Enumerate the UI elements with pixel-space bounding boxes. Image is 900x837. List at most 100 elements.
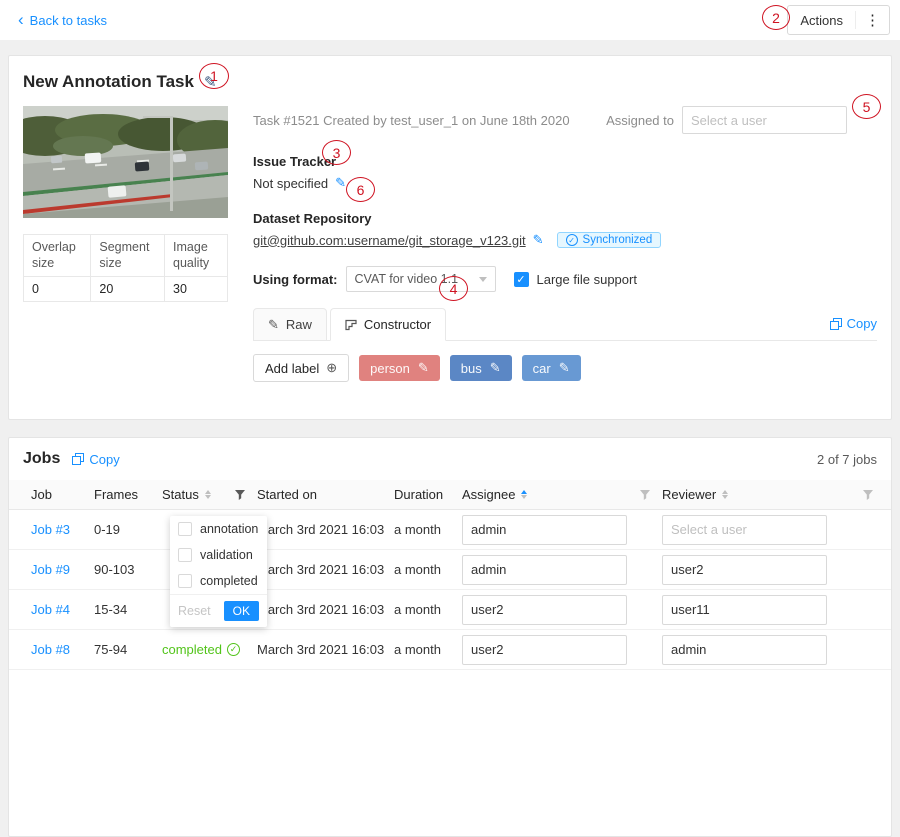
task-left-column: Overlap size Segment size Image quality … [23,106,228,382]
reviewer-filter-icon[interactable] [863,490,873,500]
large-file-support-label: Large file support [537,272,637,287]
labels-tabs: ✎ Raw Constructor Copy [253,308,877,341]
params-value-row: 0 20 30 [24,277,228,302]
more-options-icon[interactable]: ⋮ [855,11,889,29]
duration-column-header: Duration [394,487,462,502]
copy-jobs-label: Copy [89,452,119,467]
task-params-table: Overlap size Segment size Image quality … [23,234,228,302]
label-chip-person[interactable]: person ✎ [359,355,440,381]
filter-option-label: completed [200,574,258,588]
back-to-tasks-link[interactable]: ‹ Back to tasks [18,13,107,28]
filter-footer: Reset OK [170,594,267,627]
reviewer-input[interactable] [662,595,827,625]
jobs-count: 2 of 7 jobs [817,452,877,467]
assignee-sorter[interactable] [521,490,527,499]
format-row: Using format: CVAT for video 1.1 ✓ Large… [253,266,877,292]
copy-icon [830,318,842,330]
sync-check-icon: ✓ [566,234,578,246]
duration-cell: a month [394,562,462,577]
large-file-support-checkbox[interactable]: ✓ [514,272,529,287]
edit-task-name-icon[interactable]: ✎ [204,73,217,91]
reviewer-input[interactable] [662,515,827,545]
repository-url[interactable]: git@github.com:username/git_storage_v123… [253,233,526,248]
copy-icon [72,453,84,465]
copy-labels-label: Copy [847,316,877,331]
status-text: completed [162,642,222,657]
format-select[interactable]: CVAT for video 1.1 [346,266,496,292]
filter-ok-button[interactable]: OK [224,601,259,621]
reviewer-sorter[interactable] [722,490,728,499]
reviewer-input[interactable] [662,555,827,585]
status-sorter[interactable] [205,490,211,499]
copy-labels-button[interactable]: Copy [830,316,877,331]
jobs-table-header: Job Frames Status Started on Duration As… [9,480,891,510]
assignee-filter-icon[interactable] [640,490,650,500]
reviewer-input[interactable] [662,635,827,665]
job-link[interactable]: Job #8 [31,642,70,657]
duration-cell: a month [394,602,462,617]
checkbox-icon[interactable] [178,574,192,588]
actions-label: Actions [788,13,855,28]
task-assignee-input[interactable] [682,106,847,134]
task-title: New Annotation Task [23,72,194,92]
job-link[interactable]: Job #4 [31,602,70,617]
checkbox-icon[interactable] [178,548,192,562]
task-meta-row: Task #1521 Created by test_user_1 on Jun… [253,106,877,134]
tab-constructor-label: Constructor [364,317,431,332]
job-link[interactable]: Job #9 [31,562,70,577]
filter-option-label: annotation [200,522,258,536]
edit-repository-icon[interactable]: ✎ [533,232,544,248]
assignee-input[interactable] [462,515,627,545]
using-format-label: Using format: [253,272,338,287]
status-column-header: Status [162,487,257,502]
edit-label-icon[interactable]: ✎ [490,360,501,376]
edit-label-icon[interactable]: ✎ [559,360,570,376]
traffic-scene-illustration [23,106,228,218]
edit-label-icon[interactable]: ✎ [418,360,429,376]
status-header-label: Status [162,487,199,502]
dataset-repository-row: git@github.com:username/git_storage_v123… [253,232,877,248]
filter-reset-button[interactable]: Reset [178,604,211,618]
job-link[interactable]: Job #3 [31,522,70,537]
image-quality-value: 30 [165,277,228,302]
pencil-icon: ✎ [268,317,279,333]
check-circle-icon: ✓ [227,643,240,656]
filter-option-completed[interactable]: completed [170,568,267,594]
assignee-input[interactable] [462,595,627,625]
tab-raw-label: Raw [286,317,312,332]
sync-status-badge: ✓ Synchronized [557,232,662,248]
frames-column-header: Frames [94,487,162,502]
reviewer-header-label: Reviewer [662,487,716,502]
labels-constructor-area: Add label ⊕ person ✎ bus ✎ car ✎ [253,354,877,382]
add-label-button[interactable]: Add label ⊕ [253,354,349,382]
checkbox-icon[interactable] [178,522,192,536]
filter-option-validation[interactable]: validation [170,542,267,568]
status-completed: completed ✓ [162,642,240,657]
plus-circle-icon: ⊕ [326,360,337,376]
dataset-repository-label: Dataset Repository [253,211,877,226]
label-chip-bus[interactable]: bus ✎ [450,355,512,381]
started-cell: March 3rd 2021 16:03 [257,642,394,657]
frames-cell: 90-103 [94,562,162,577]
assignee-input[interactable] [462,555,627,585]
tab-raw[interactable]: ✎ Raw [253,308,327,341]
started-column-header: Started on [257,487,394,502]
segment-size-value: 20 [91,277,165,302]
actions-button[interactable]: Actions ⋮ [787,5,890,35]
status-filter-icon[interactable] [235,490,245,500]
page: ‹ Back to tasks Actions ⋮ New Annotation… [0,0,900,669]
params-header-row: Overlap size Segment size Image quality [24,235,228,277]
label-chip-car[interactable]: car ✎ [522,355,581,381]
edit-issue-tracker-icon[interactable]: ✎ [335,175,346,191]
segment-size-header: Segment size [91,235,165,277]
overlap-size-value: 0 [24,277,91,302]
assignee-input[interactable] [462,635,627,665]
duration-cell: a month [394,642,462,657]
assignee-column-header: Assignee [462,487,662,502]
format-select-value: CVAT for video 1.1 [355,272,459,286]
copy-jobs-button[interactable]: Copy [72,452,119,467]
tab-constructor[interactable]: Constructor [330,308,446,341]
label-name: bus [461,361,482,376]
task-details-card: New Annotation Task ✎ [8,55,892,420]
filter-option-annotation[interactable]: annotation [170,516,267,542]
